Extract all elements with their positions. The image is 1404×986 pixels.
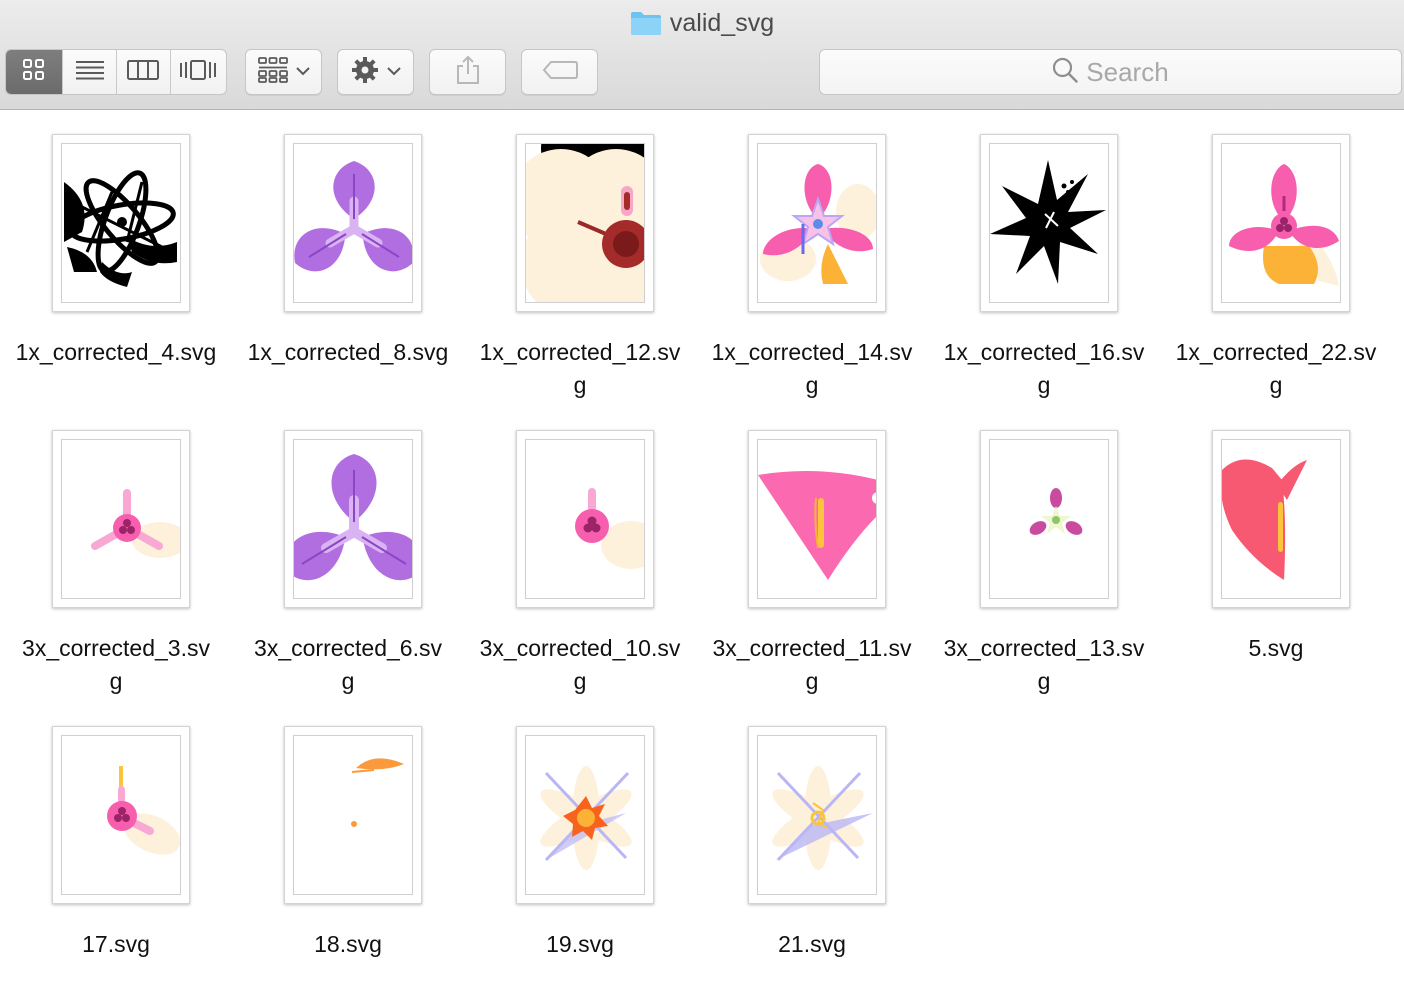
file-thumbnail	[980, 430, 1118, 608]
file-name: 1x_corrected_16.sv g	[943, 339, 1145, 398]
tag-icon	[542, 60, 578, 85]
gear-icon	[351, 56, 379, 89]
file-thumbnail	[516, 134, 654, 312]
file-name: 1x_corrected_8.svg	[247, 339, 449, 365]
cover-flow-view-button[interactable]	[171, 50, 226, 94]
folder-icon	[630, 10, 662, 36]
file-item[interactable]: 1x_corrected_4.svg	[0, 110, 232, 406]
search-icon	[1052, 57, 1078, 88]
file-name: 1x_corrected_22.sv g	[1175, 339, 1377, 398]
file-thumbnail	[284, 134, 422, 312]
arrange-button[interactable]	[245, 49, 322, 95]
list-view-button[interactable]	[63, 50, 117, 94]
arrange-icon	[257, 56, 288, 88]
file-item[interactable]: 21.svg	[696, 702, 928, 986]
coverflow-icon	[179, 59, 217, 85]
file-thumbnail	[52, 430, 190, 608]
finder-toolbar: valid_svg Search	[0, 0, 1404, 110]
file-item[interactable]: 1x_corrected_16.sv g	[928, 110, 1160, 406]
file-name: 21.svg	[778, 931, 846, 957]
file-name: 3x_corrected_13.sv g	[943, 635, 1145, 694]
pink-orange-flower-thumbnail	[760, 164, 876, 284]
search-placeholder: Search	[1086, 56, 1169, 87]
column-view-button[interactable]	[117, 50, 171, 94]
pink-yellow-flower-thumbnail	[1229, 164, 1339, 286]
file-item[interactable]: 1x_corrected_22.sv g	[1160, 110, 1392, 406]
file-name: 17.svg	[82, 931, 150, 957]
black-star-flower-thumbnail	[990, 160, 1106, 284]
action-button[interactable]	[337, 49, 414, 95]
file-thumbnail	[516, 726, 654, 904]
file-name: 1x_corrected_12.sv g	[479, 339, 681, 398]
file-thumbnail	[980, 134, 1118, 312]
file-name: 19.svg	[546, 931, 614, 957]
chevron-down-icon	[295, 63, 310, 81]
file-thumbnail	[1212, 430, 1350, 608]
columns-icon	[127, 59, 160, 85]
tiny-flower-thumbnail	[1029, 488, 1083, 535]
small-pink-flower-thumbnail	[91, 489, 180, 558]
grid-icon	[23, 58, 45, 86]
orange-center-flower-thumbnail	[540, 766, 632, 870]
file-item[interactable]: 17.svg	[0, 702, 232, 986]
file-item[interactable]: 3x_corrected_11.sv g	[696, 406, 928, 702]
lavender-flower-thumbnail	[772, 766, 873, 870]
share-icon	[455, 55, 481, 90]
window-title: valid_svg	[0, 6, 1404, 40]
window-title-text: valid_svg	[669, 8, 775, 37]
flower-sketch-thumbnail	[64, 170, 177, 287]
purple-flower-thumbnail	[294, 161, 412, 272]
red-heart-petal-thumbnail	[1222, 459, 1307, 580]
file-name: 1x_corrected_14.sv g	[711, 339, 913, 398]
file-thumbnail	[748, 726, 886, 904]
file-thumbnail	[284, 430, 422, 608]
file-item[interactable]: 3x_corrected_3.sv g	[0, 406, 232, 702]
file-thumbnail	[748, 430, 886, 608]
file-thumbnail	[748, 134, 886, 312]
pink-petal-thumbnail	[758, 471, 876, 580]
file-item[interactable]: 3x_corrected_13.sv g	[928, 406, 1160, 702]
file-name: 18.svg	[314, 931, 382, 957]
file-thumbnail	[52, 134, 190, 312]
file-item[interactable]: 3x_corrected_6.sv g	[232, 406, 464, 702]
file-name: 3x_corrected_6.sv g	[254, 635, 442, 694]
file-item[interactable]: 1x_corrected_8.svg	[232, 110, 464, 406]
file-item[interactable]: 19.svg	[464, 702, 696, 986]
chevron-down-icon	[386, 63, 401, 81]
file-thumbnail	[52, 726, 190, 904]
file-item[interactable]: 18.svg	[232, 702, 464, 986]
search-field[interactable]: Search	[819, 49, 1402, 95]
file-name: 3x_corrected_3.sv g	[22, 635, 210, 694]
file-name: 5.svg	[1248, 635, 1304, 661]
pink-stamen-flower-thumbnail	[107, 766, 180, 855]
list-icon	[75, 60, 105, 85]
file-item[interactable]: 3x_corrected_10.sv g	[464, 406, 696, 702]
orange-petal-thumbnail	[351, 758, 404, 827]
purple-flower-thumbnail	[294, 454, 412, 581]
file-thumbnail	[284, 726, 422, 904]
pink-bud-thumbnail	[575, 488, 644, 569]
tags-button[interactable]	[521, 49, 598, 95]
file-name: 3x_corrected_10.sv g	[479, 635, 681, 694]
file-name: 1x_corrected_4.svg	[15, 339, 217, 365]
view-mode-control	[5, 49, 227, 95]
cream-flower-thumbnail	[526, 144, 644, 302]
share-button[interactable]	[429, 49, 506, 95]
file-thumbnail	[516, 430, 654, 608]
file-icon-grid: 1x_corrected_4.svg 1x_corrected_8.svg 1x…	[0, 110, 1404, 986]
file-name: 3x_corrected_11.sv g	[712, 635, 912, 694]
file-item[interactable]: 5.svg	[1160, 406, 1392, 702]
file-item[interactable]: 1x_corrected_14.sv g	[696, 110, 928, 406]
file-thumbnail	[1212, 134, 1350, 312]
icon-view-button[interactable]	[6, 50, 64, 94]
file-item[interactable]: 1x_corrected_12.sv g	[464, 110, 696, 406]
